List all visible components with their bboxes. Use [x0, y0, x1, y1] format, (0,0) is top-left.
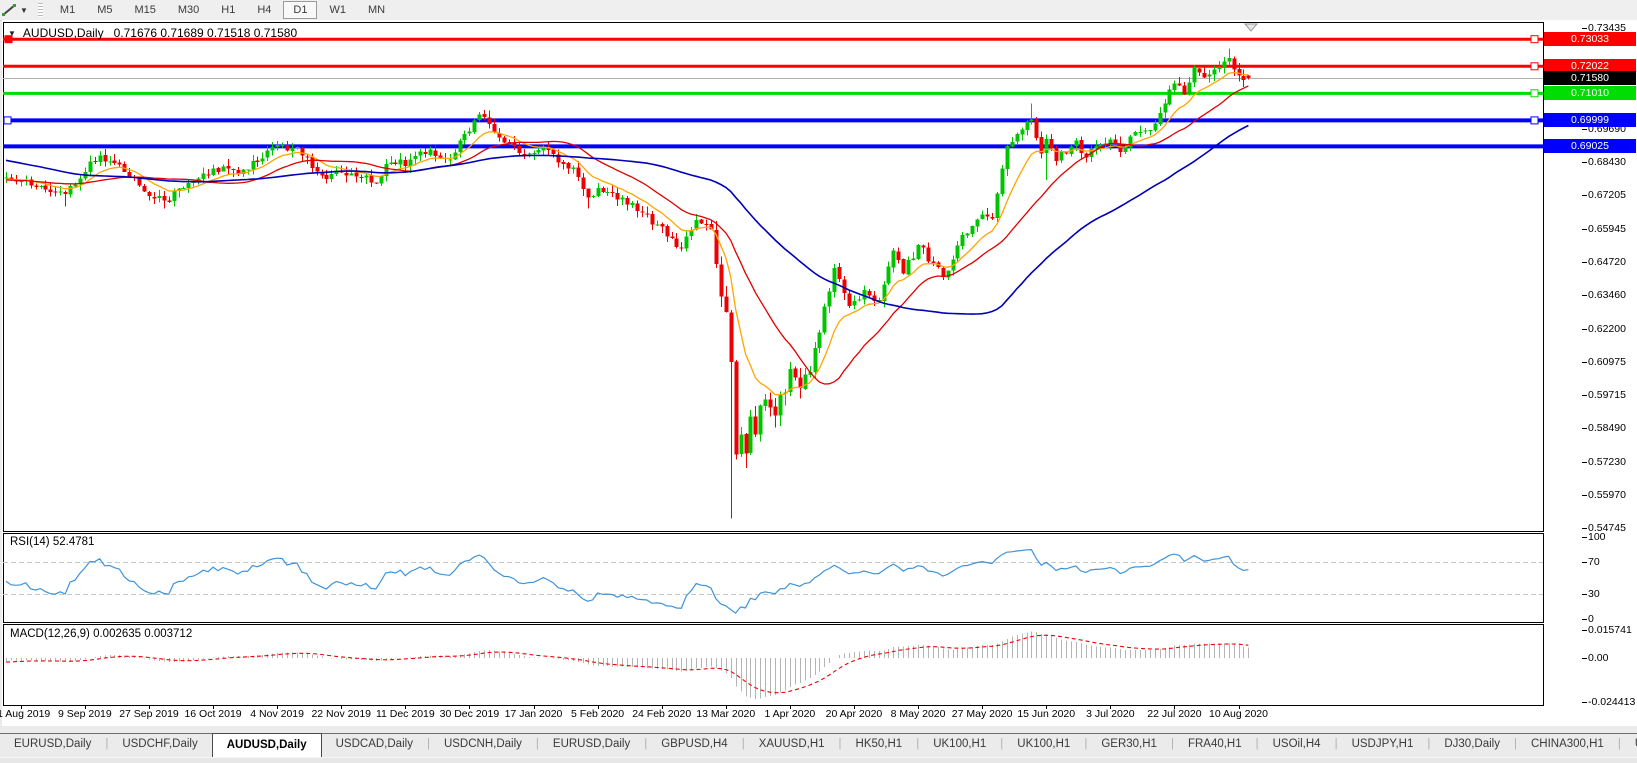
chart-shift-marker-icon[interactable]	[1243, 23, 1259, 32]
price-axis-label: 0.65945	[1588, 222, 1626, 235]
date-axis-label: 24 Feb 2020	[632, 708, 692, 720]
ma-line-22[interactable]	[5, 85, 1249, 385]
tab-gbpusd-h4[interactable]: GBPUSD,H4	[647, 734, 741, 758]
price-badge-hline: 0.73033	[1544, 32, 1636, 47]
rsi-line	[5, 548, 1249, 614]
tab-ger30-h1[interactable]: GER30,H1	[1087, 734, 1171, 758]
price-axis-label: 0.57230	[1588, 455, 1626, 468]
symbol-tab-bar: EURUSD,Daily | USDCHF,Daily AUDUSD,Daily USD…	[0, 733, 1637, 758]
tab-eurusd-daily[interactable]: EURUSD,Daily	[539, 734, 644, 758]
current-price-badge: 0.71580	[1544, 71, 1636, 86]
date-axis-label: 27 Sep 2019	[119, 708, 179, 720]
price-axis-label: 0.59715	[1588, 389, 1626, 402]
tab-usdjpy-h1[interactable]: USDJPY,H1	[1338, 734, 1428, 758]
price-axis-label: 0.68430	[1588, 156, 1626, 169]
date-axis-label: 22 Jul 2020	[1147, 708, 1202, 720]
date-axis-label: 17 Jan 2020	[504, 708, 563, 720]
price-badge-hline: 0.69025	[1544, 139, 1636, 154]
tab-xauusd-h1[interactable]: XAUUSD,H1	[745, 734, 839, 758]
price-axis-label: 0.62200	[1588, 322, 1626, 335]
tab-usdcad-daily[interactable]: USDCAD,Daily	[322, 734, 427, 758]
date-axis-label: 5 Feb 2020	[571, 708, 625, 720]
rsi-pane-label: RSI(14) 52.4781	[10, 536, 95, 548]
tab-dj30-daily[interactable]: DJ30,Daily	[1430, 734, 1514, 758]
price-axis-label: 0.55970	[1588, 489, 1626, 502]
tab-hk50-h1[interactable]: HK50,H1	[842, 734, 917, 758]
date-axis-label: 10 Aug 2020	[1209, 708, 1268, 720]
date-axis-label: 9 Sep 2019	[58, 708, 112, 720]
date-axis-label: 30 Dec 2019	[439, 708, 500, 720]
tab-uk100-h1[interactable]: UK100,H1	[919, 734, 1000, 758]
hline-right-handle[interactable]	[1530, 35, 1539, 44]
tab-eurusd-daily[interactable]: EURUSD,Daily	[0, 734, 105, 758]
price-badge-hline: 0.69999	[1544, 113, 1636, 128]
date-axis-label: 8 May 2020	[890, 708, 946, 720]
date-axis-label: 1 Apr 2020	[764, 708, 816, 720]
macd-values: 0.002635 0.003712	[93, 628, 193, 640]
bear-candle-bodies	[9, 58, 1251, 455]
macd-axis-min-label: -0.024413	[1588, 696, 1636, 708]
price-axis-label: 0.67205	[1588, 189, 1626, 202]
hline-right-handle[interactable]	[1530, 116, 1539, 125]
hline-right-handle[interactable]	[1530, 89, 1539, 98]
tab-usoil-h4[interactable]: USOil,H4	[1259, 734, 1335, 758]
tab-uk100-h1[interactable]: UK100,H1	[1003, 734, 1084, 758]
macd-pane-label: MACD(12,26,9) 0.002635 0.003712	[10, 628, 193, 640]
rsi-axis-label: 70	[1588, 555, 1600, 568]
date-axis-label: 16 Oct 2019	[184, 708, 242, 720]
price-axis-label: 0.63460	[1588, 289, 1626, 302]
price-chart-canvas[interactable]	[0, 0, 1637, 763]
tab-usoil-h1[interactable]: USOil,H1	[1621, 734, 1637, 758]
bear-candle-wicks	[11, 56, 1249, 519]
rsi-axis-label: 100	[1588, 531, 1606, 543]
date-axis-label: 21 Aug 2019	[0, 708, 51, 720]
status-bar	[0, 757, 1637, 763]
date-axis-label: 13 Mar 2020	[696, 708, 756, 720]
price-axis-label: 0.64720	[1588, 255, 1626, 268]
rsi-axis-label: 30	[1588, 588, 1600, 601]
tab-fra40-h1[interactable]: FRA40,H1	[1174, 734, 1256, 758]
tab-china300-h1[interactable]: CHINA300,H1	[1517, 734, 1618, 758]
date-axis-label: 22 Nov 2019	[311, 708, 372, 720]
price-pane-frame	[3, 22, 1544, 532]
date-axis-label: 20 Apr 2020	[825, 708, 883, 720]
bull-candle-bodies	[4, 57, 1232, 455]
rsi-pane-frame	[3, 533, 1544, 623]
tab-usdcnh-daily[interactable]: USDCNH,Daily	[430, 734, 536, 758]
bull-candle-wicks	[6, 48, 1230, 457]
rsi-value: 52.4781	[52, 536, 95, 548]
price-badge-hline: 0.71010	[1544, 86, 1636, 101]
macd-pane-frame	[3, 624, 1544, 706]
date-axis-label: 4 Nov 2019	[250, 708, 304, 720]
chart-context-arrow-icon[interactable]: ▼	[8, 29, 16, 38]
chart-title: ▼ AUDUSD,Daily 0.71676 0.71689 0.71518 0…	[8, 26, 297, 40]
price-axis-label: 0.58490	[1588, 422, 1626, 435]
date-axis-label: 15 Jun 2020	[1017, 708, 1076, 720]
date-axis-label: 3 Jul 2020	[1086, 708, 1135, 720]
hline-left-handle[interactable]	[3, 116, 12, 125]
date-axis-label: 27 May 2020	[951, 708, 1013, 720]
chart-ohlc-readout: 0.71676 0.71689 0.71518 0.71580	[113, 26, 298, 40]
axis-ticks	[21, 28, 1587, 709]
price-axis-label: 0.60975	[1588, 355, 1626, 368]
macd-axis-zero-label: 0.00	[1588, 652, 1609, 665]
hline-right-handle[interactable]	[1530, 62, 1539, 71]
chart-symbol-label: AUDUSD,Daily	[22, 26, 104, 40]
tab-usdchf-daily[interactable]: USDCHF,Daily	[108, 734, 211, 758]
macd-axis-max-label: 0.015741	[1588, 624, 1632, 636]
tab-audusd-daily[interactable]: AUDUSD,Daily	[211, 733, 322, 758]
mt4-window: ▼ M1 M5 M15 M30 H1 H4 D1 W1 MN ▼ AUDUSD,Daily 0.…	[0, 0, 1637, 763]
date-axis-label: 11 Dec 2019	[375, 708, 435, 720]
